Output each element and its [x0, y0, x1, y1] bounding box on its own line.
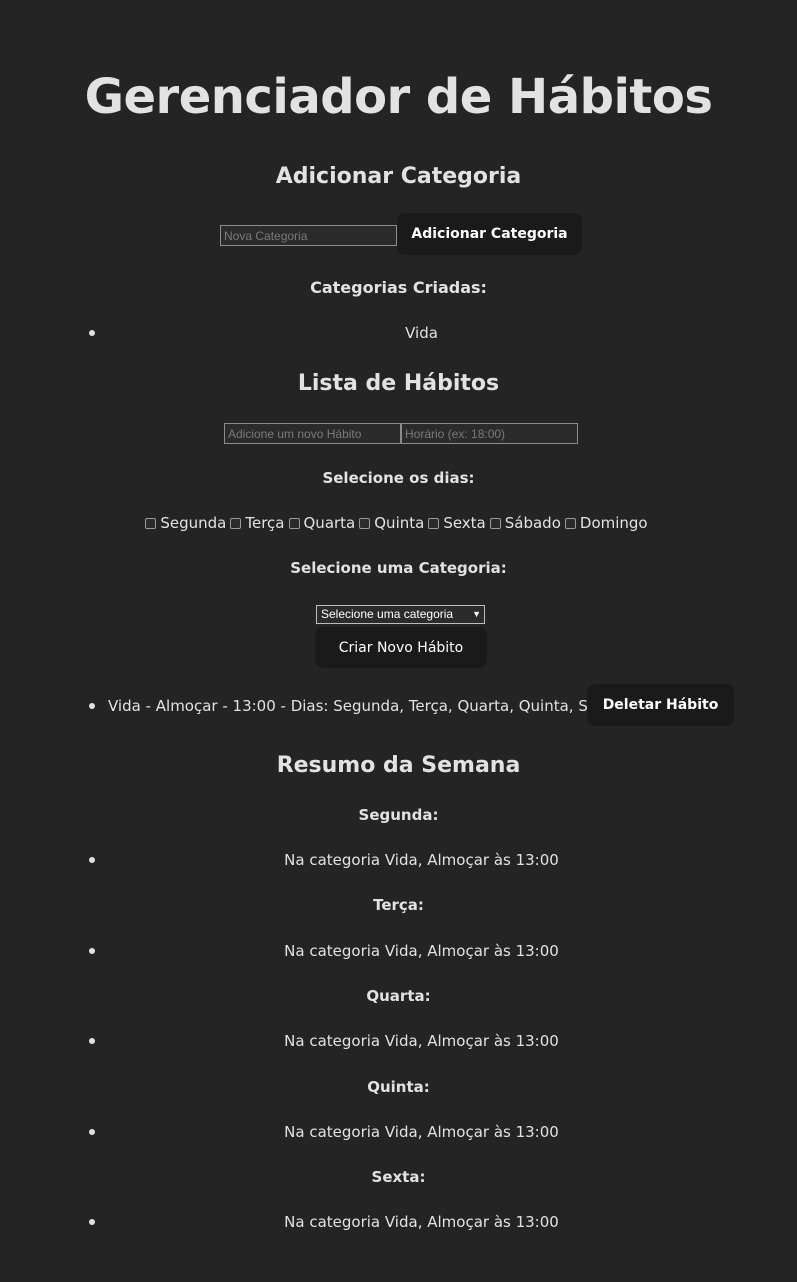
day-option-quinta[interactable]: Quinta	[359, 513, 424, 533]
day-option-quarta[interactable]: Quarta	[288, 513, 356, 533]
created-categories-heading: Categorias Criadas:	[310, 278, 487, 297]
day-label: Quarta	[303, 514, 356, 532]
summary-day-heading-quinta: Quinta:	[367, 1078, 430, 1096]
summary-day-heading-terca: Terça:	[373, 896, 424, 914]
checkbox[interactable]	[230, 517, 242, 529]
habit-list-item-text: Vida - Almoçar - 13:00 - Dias: Segunda, …	[108, 697, 621, 715]
day-label: Terça	[245, 514, 285, 532]
category-list-item: Vida	[405, 324, 438, 342]
summary-day-heading-sexta: Sexta:	[371, 1168, 426, 1186]
day-label: Quinta	[374, 514, 425, 532]
day-label: Sexta	[443, 514, 486, 532]
category-select[interactable]: Selecione uma categoria ▼	[316, 605, 485, 624]
summary-day-heading-quarta: Quarta:	[366, 987, 431, 1005]
summary-list-item: Na categoria Vida, Almoçar às 13:00	[284, 942, 559, 960]
day-label: Domingo	[579, 514, 648, 532]
day-option-domingo[interactable]: Domingo	[564, 513, 648, 533]
add-category-heading: Adicionar Categoria	[275, 164, 522, 189]
habit-time-input[interactable]	[401, 423, 578, 444]
checkbox[interactable]	[359, 517, 371, 529]
delete-habit-button[interactable]: Deletar Hábito	[587, 684, 734, 726]
day-option-sexta[interactable]: Sexta	[428, 513, 486, 533]
day-option-terca[interactable]: Terça	[230, 513, 285, 533]
day-label: Segunda	[160, 514, 227, 532]
summary-list-item: Na categoria Vida, Almoçar às 13:00	[284, 1213, 559, 1231]
new-category-input[interactable]	[220, 225, 397, 246]
checkbox[interactable]	[428, 517, 440, 529]
day-label: Sábado	[504, 514, 561, 532]
checkbox[interactable]	[145, 517, 157, 529]
habit-list-heading: Lista de Hábitos	[297, 371, 500, 396]
page-title: Gerenciador de Hábitos	[84, 69, 713, 125]
days-checkbox-group: Segunda Terça Quarta Quinta Sexta Sábado…	[0, 513, 797, 533]
select-days-heading: Selecione os dias:	[322, 469, 475, 487]
summary-day-heading-segunda: Segunda:	[358, 806, 439, 824]
checkbox[interactable]	[489, 517, 501, 529]
summary-list-item: Na categoria Vida, Almoçar às 13:00	[284, 851, 559, 869]
summary-list-item: Na categoria Vida, Almoçar às 13:00	[284, 1032, 559, 1050]
day-option-segunda[interactable]: Segunda	[145, 513, 226, 533]
select-category-heading: Selecione uma Categoria:	[290, 559, 507, 577]
summary-list-item: Na categoria Vida, Almoçar às 13:00	[284, 1123, 559, 1141]
add-category-button[interactable]: Adicionar Categoria	[397, 213, 582, 255]
create-habit-button[interactable]: Criar Novo Hábito	[315, 627, 487, 668]
week-summary-heading: Resumo da Semana	[276, 753, 521, 778]
checkbox[interactable]	[288, 517, 300, 529]
day-option-sabado[interactable]: Sábado	[489, 513, 561, 533]
chevron-down-icon: ▼	[472, 609, 481, 619]
new-habit-input[interactable]	[224, 423, 401, 444]
list-bullet	[89, 703, 95, 709]
checkbox[interactable]	[564, 517, 576, 529]
category-select-value: Selecione uma categoria	[321, 607, 454, 621]
